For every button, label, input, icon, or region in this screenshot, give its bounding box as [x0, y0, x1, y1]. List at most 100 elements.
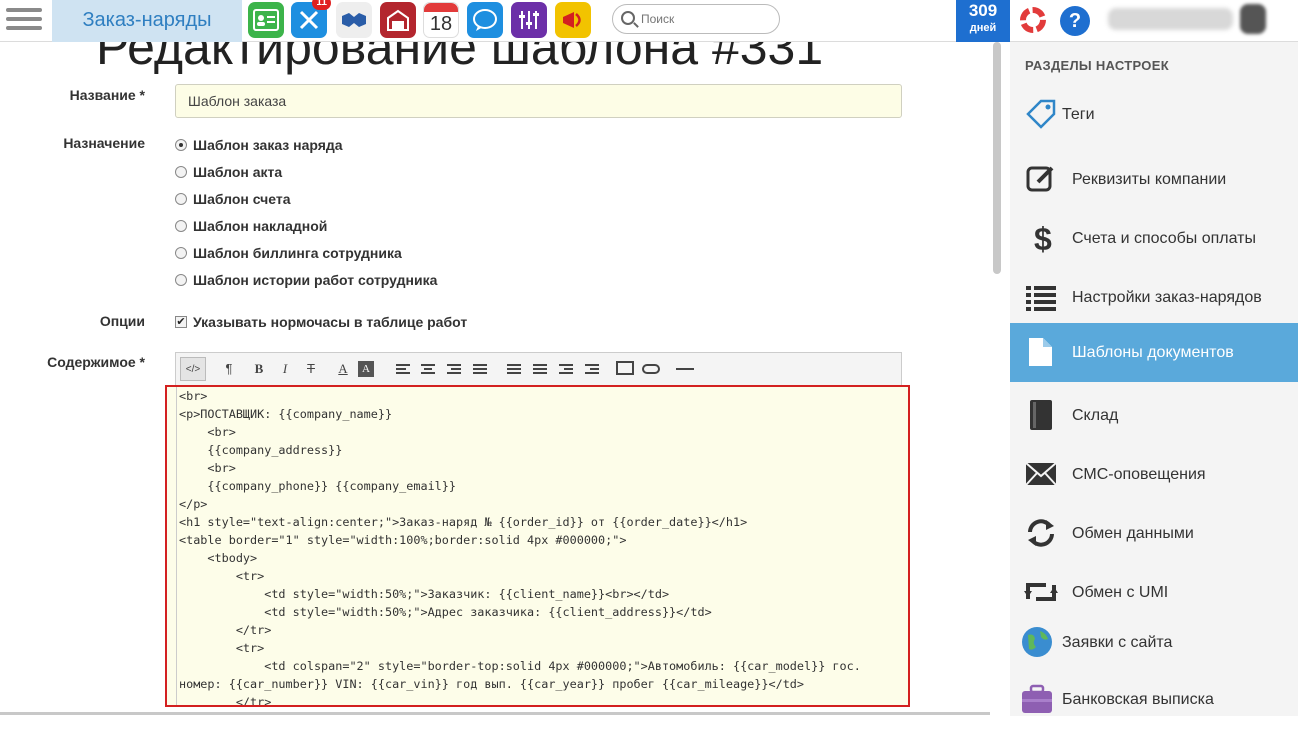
sidebar-item-payments[interactable]: $ Счета и способы оплаты [1010, 209, 1298, 268]
document-icon [1029, 338, 1052, 366]
code-line[interactable]: <br> [177, 387, 908, 405]
sidebar-item-bank[interactable]: Банковская выписка [1010, 670, 1298, 729]
back-color-button[interactable]: A [358, 361, 374, 377]
garage-icon[interactable] [380, 2, 416, 38]
hamburger-menu-icon[interactable] [6, 8, 42, 32]
html-source-button[interactable]: </> [180, 357, 206, 381]
app-title[interactable]: Заказ-наряды [52, 0, 242, 42]
font-color-button[interactable]: A [332, 357, 354, 381]
envelope-icon [1025, 462, 1057, 486]
main-scrollbar[interactable] [993, 42, 1001, 274]
retweet-icon [1024, 583, 1058, 601]
strikethrough-button[interactable]: T [300, 357, 322, 381]
code-line[interactable]: {{company_phone}} {{company_email}} [177, 477, 908, 495]
user-email[interactable] [1108, 8, 1233, 30]
italic-button[interactable]: I [274, 357, 296, 381]
link-icon[interactable] [642, 364, 660, 374]
sidebar-item-data-exchange[interactable]: Обмен данными [1010, 504, 1298, 563]
tools-badge: 11 [312, 0, 331, 10]
align-left-icon[interactable] [396, 364, 410, 376]
code-line[interactable]: <td style="width:50%;">Адрес заказчика: … [177, 603, 908, 621]
support-lifebuoy-icon[interactable] [1020, 7, 1046, 33]
code-line[interactable]: <br> [177, 459, 908, 477]
outdent-icon[interactable] [559, 364, 573, 376]
code-line[interactable]: <tr> [177, 639, 908, 657]
sidebar-item-warehouse[interactable]: Склад [1010, 386, 1298, 445]
search-icon [621, 11, 635, 25]
radio-label: Шаблон счета [193, 191, 291, 207]
code-line[interactable]: </p> [177, 495, 908, 513]
radio-button[interactable] [175, 166, 187, 178]
radio-button[interactable] [175, 220, 187, 232]
settings-sidebar: РАЗДЕЛЫ НАСТРОЕК Теги Реквизиты компании… [1010, 42, 1298, 716]
code-line[interactable]: </tr> [177, 693, 908, 705]
purpose-radio-order[interactable]: Шаблон заказ наряда [175, 135, 343, 155]
bullet-list-icon[interactable] [507, 364, 521, 376]
align-justify-icon[interactable] [473, 364, 487, 376]
purpose-radio-history[interactable]: Шаблон истории работ сотрудника [175, 270, 437, 290]
code-line[interactable]: <br> [177, 423, 908, 441]
option-normhours[interactable]: ✔ Указывать нормочасы в таблице работ [175, 312, 467, 332]
settings-sliders-icon[interactable] [511, 2, 547, 38]
calendar-icon[interactable]: 18 [423, 2, 459, 38]
chat-icon[interactable] [467, 2, 503, 38]
radio-button[interactable] [175, 274, 187, 286]
sidebar-item-label: Банковская выписка [1062, 691, 1214, 708]
contacts-icon[interactable] [248, 2, 284, 38]
align-right-icon[interactable] [447, 364, 461, 376]
code-line[interactable]: <td colspan="2" style="border-top:solid … [177, 657, 908, 675]
purpose-radio-waybill[interactable]: Шаблон накладной [175, 216, 327, 236]
svg-text:$: $ [1034, 221, 1052, 255]
tag-icon [1026, 99, 1056, 129]
sidebar-item-tags[interactable]: Теги [1010, 85, 1298, 144]
html-code-editor[interactable]: <br> <p>ПОСТАВЩИК: {{company_name}} <br> … [165, 385, 910, 707]
numbered-list-icon[interactable] [533, 364, 547, 376]
code-line[interactable]: {{company_address}} [177, 441, 908, 459]
normhours-checkbox[interactable]: ✔ [175, 316, 187, 328]
avatar[interactable] [1240, 4, 1266, 34]
sidebar-item-site-requests[interactable]: Заявки с сайта [1010, 613, 1298, 672]
code-line[interactable]: <h1 style="text-align:center;">Заказ-нар… [177, 513, 908, 531]
align-center-icon[interactable] [421, 364, 435, 376]
radio-button[interactable] [175, 139, 187, 151]
handshake-icon[interactable] [336, 2, 372, 38]
code-line[interactable]: </tr> [177, 621, 908, 639]
radio-label: Шаблон биллинга сотрудника [193, 245, 402, 261]
bold-button[interactable]: B [248, 357, 270, 381]
indent-icon[interactable] [585, 364, 599, 376]
purpose-radio-invoice[interactable]: Шаблон счета [175, 189, 291, 209]
tools-icon[interactable]: 11 [291, 0, 331, 38]
code-line[interactable]: <p>ПОСТАВЩИК: {{company_name}} [177, 405, 908, 423]
radio-button[interactable] [175, 247, 187, 259]
sidebar-item-label: Заявки с сайта [1062, 634, 1173, 651]
search-box[interactable] [612, 4, 780, 34]
days-counter[interactable]: 309 дней [956, 0, 1010, 42]
content-label: Содержимое * [47, 354, 145, 370]
radio-button[interactable] [175, 193, 187, 205]
horizontal-rule-icon[interactable] [676, 368, 694, 370]
paragraph-button[interactable]: ¶ [218, 357, 240, 381]
sidebar-item-company[interactable]: Реквизиты компании [1010, 150, 1298, 209]
globe-icon [1022, 627, 1052, 657]
help-icon[interactable]: ? [1060, 6, 1090, 36]
code-lines[interactable]: <br> <p>ПОСТАВЩИК: {{company_name}} <br> … [176, 387, 908, 705]
book-icon [1030, 400, 1052, 430]
main-content: Редактирование шаблона #331 Название * Ш… [0, 42, 992, 716]
code-line[interactable]: <tr> [177, 567, 908, 585]
megaphone-icon[interactable] [555, 2, 591, 38]
code-line[interactable]: номер: {{car_number}} VIN: {{car_vin}} г… [177, 675, 908, 693]
sidebar-item-sms[interactable]: СМС-оповещения [1010, 445, 1298, 504]
template-name-field[interactable]: Шаблон заказа [175, 84, 902, 118]
code-line[interactable]: <td style="width:50%;">Заказчик: {{clien… [177, 585, 908, 603]
sidebar-item-label: Склад [1072, 407, 1119, 424]
code-line[interactable]: <tbody> [177, 549, 908, 567]
search-input[interactable] [641, 9, 771, 29]
sidebar-item-order-settings[interactable]: Настройки заказ-нарядов [1010, 268, 1298, 327]
purpose-radio-act[interactable]: Шаблон акта [175, 162, 282, 182]
table-icon[interactable] [616, 361, 634, 375]
purpose-radio-billing[interactable]: Шаблон биллинга сотрудника [175, 243, 402, 263]
horizontal-scrollbar[interactable] [0, 712, 990, 715]
code-line[interactable]: <table border="1" style="width:100%;bord… [177, 531, 908, 549]
sidebar-item-templates[interactable]: Шаблоны документов [1010, 323, 1298, 382]
sidebar-item-label: Реквизиты компании [1072, 171, 1227, 188]
